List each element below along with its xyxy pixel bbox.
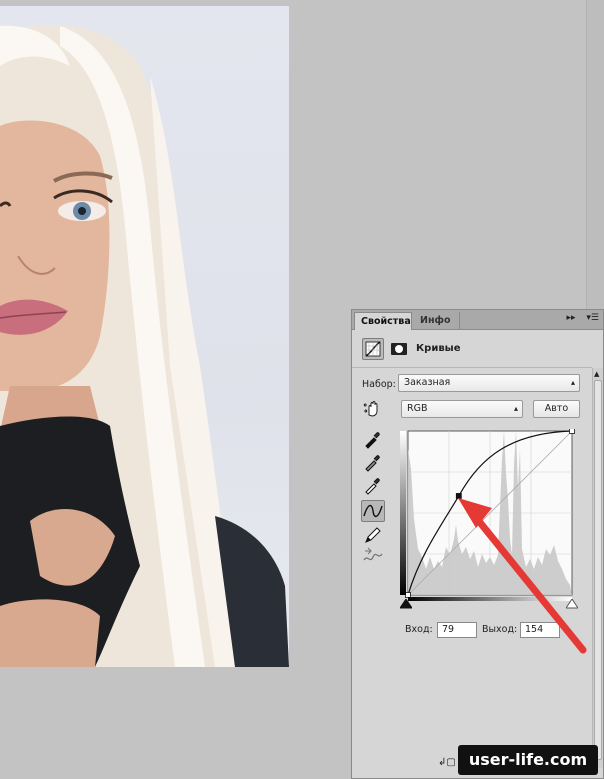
panel-controls: ▸▸ ▾☰ <box>558 313 599 323</box>
divider <box>352 367 592 368</box>
black-point-slider[interactable] <box>399 598 413 612</box>
input-value-field[interactable]: 79 <box>437 622 477 638</box>
channel-select[interactable]: RGB ▴ <box>401 400 523 418</box>
curve-canvas[interactable] <box>400 429 575 601</box>
black-point-eyedropper-icon[interactable] <box>361 428 385 450</box>
watermark: user-life.com <box>458 745 598 775</box>
auto-button[interactable]: Авто <box>533 400 580 418</box>
dropdown-arrows-icon: ▴ <box>570 378 575 387</box>
scroll-thumb[interactable] <box>594 380 602 760</box>
channel-value: RGB <box>407 403 428 414</box>
curve-point[interactable] <box>405 592 411 598</box>
targeted-adjustment-hand-icon[interactable] <box>362 399 384 419</box>
dropdown-arrows-icon: ▴ <box>513 404 518 413</box>
tab-properties[interactable]: Свойства <box>354 312 412 330</box>
output-label: Выход: <box>482 624 518 635</box>
white-point-eyedropper-icon[interactable] <box>361 474 385 496</box>
white-point-slider[interactable] <box>565 598 579 612</box>
preset-label: Набор: <box>362 379 396 390</box>
panel-footer-icons: ↲▢ <box>438 757 456 771</box>
panel-scrollbar[interactable]: ▲ <box>592 368 603 768</box>
properties-panel: Свойства Инфо ▸▸ ▾☰ Кривые Набор: Заказн… <box>351 309 604 779</box>
tab-info[interactable]: Инфо <box>414 312 460 330</box>
panel-menu-icon[interactable]: ▾☰ <box>586 313 599 323</box>
portrait-illustration <box>0 24 289 667</box>
collapse-panel-icon[interactable]: ▸▸ <box>566 313 575 323</box>
gray-point-eyedropper-icon[interactable] <box>361 451 385 473</box>
portrait-photo <box>0 6 289 667</box>
input-gradient-bar <box>408 597 572 601</box>
panel-tab-bar: Свойства Инфо ▸▸ ▾☰ <box>352 310 603 330</box>
scroll-up-icon[interactable]: ▲ <box>594 370 599 378</box>
layer-mask-icon[interactable] <box>388 338 410 360</box>
curves-adjustment-icon[interactable] <box>362 338 384 360</box>
pencil-icon[interactable] <box>361 523 385 545</box>
clip-to-layer-icon[interactable]: ↲▢ <box>438 757 456 768</box>
preset-value: Заказная <box>404 377 451 388</box>
curve-point[interactable] <box>569 429 575 434</box>
curve-point[interactable] <box>455 493 462 499</box>
curve-edit-icon[interactable] <box>361 500 385 522</box>
output-gradient-bar <box>400 431 406 595</box>
curves-graph[interactable] <box>400 429 575 601</box>
panel-title: Кривые <box>416 343 461 354</box>
smooth-icon[interactable] <box>361 546 385 568</box>
output-value-field[interactable]: 154 <box>520 622 560 638</box>
preset-select[interactable]: Заказная ▴ <box>398 374 580 392</box>
input-label: Вход: <box>405 624 433 635</box>
